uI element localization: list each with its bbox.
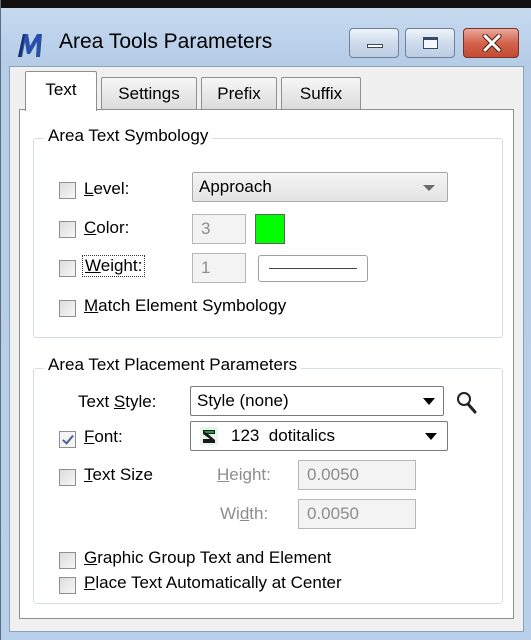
font-type-icon xyxy=(200,427,218,445)
font-dropdown[interactable]: 123 dotitalics xyxy=(190,421,448,451)
level-checkbox[interactable] xyxy=(59,182,76,199)
match-symbology-label: Match Element Symbology xyxy=(84,296,287,315)
level-label: Level: xyxy=(84,179,130,198)
height-value: 0.0050 xyxy=(307,465,359,484)
width-field[interactable]: 0.0050 xyxy=(298,499,416,529)
place-center-label: Place Text Automatically at Center xyxy=(84,573,342,592)
weight-line-preview[interactable] xyxy=(258,255,368,282)
tab-panel-text: Area Text Symbology Level: Approach Colo… xyxy=(19,109,514,619)
close-button[interactable] xyxy=(463,28,519,58)
tab-label: Suffix xyxy=(299,84,343,103)
color-index-value: 3 xyxy=(201,219,211,238)
text-style-value: Style (none) xyxy=(197,391,289,410)
maximize-icon xyxy=(423,37,438,49)
app-icon xyxy=(18,34,42,57)
maximize-button[interactable] xyxy=(405,28,455,58)
weight-value: 1 xyxy=(201,258,211,277)
text-style-dropdown[interactable]: Style (none) xyxy=(190,386,444,416)
color-checkbox[interactable] xyxy=(59,221,76,238)
text-size-label: Text Size xyxy=(84,465,153,484)
height-field[interactable]: 0.0050 xyxy=(298,460,416,490)
width-label: Width: xyxy=(220,504,269,523)
chevron-down-icon xyxy=(423,398,435,405)
level-dropdown[interactable]: Approach xyxy=(192,172,448,202)
close-icon xyxy=(482,34,502,52)
weight-label: Weight: xyxy=(82,255,146,277)
tab-text[interactable]: Text xyxy=(25,71,97,111)
graphic-group-label: Graphic Group Text and Element xyxy=(84,548,332,567)
title-bar[interactable]: Area Tools Parameters xyxy=(1,8,531,66)
tab-label: Prefix xyxy=(217,84,261,103)
symbology-group-title: Area Text Symbology xyxy=(44,126,213,146)
weight-line-icon xyxy=(269,268,357,269)
tab-prefix[interactable]: Prefix xyxy=(201,77,277,109)
height-label: Height: xyxy=(217,465,271,484)
search-icon[interactable] xyxy=(455,390,479,416)
tab-label: Text xyxy=(45,80,77,99)
font-value: 123 dotitalics xyxy=(231,426,335,445)
weight-checkbox[interactable] xyxy=(59,260,76,277)
text-style-label: Text Style: xyxy=(78,392,157,411)
minimize-icon xyxy=(367,44,383,48)
tab-suffix[interactable]: Suffix xyxy=(281,77,361,109)
place-center-checkbox[interactable] xyxy=(59,577,76,594)
text-size-checkbox[interactable] xyxy=(59,469,76,486)
minimize-button[interactable] xyxy=(349,28,399,58)
color-index-field[interactable]: 3 xyxy=(192,214,246,244)
tab-settings[interactable]: Settings xyxy=(101,77,197,109)
font-checkbox[interactable] xyxy=(59,431,76,448)
graphic-group-checkbox[interactable] xyxy=(59,552,76,569)
window-title: Area Tools Parameters xyxy=(59,30,273,53)
color-swatch[interactable] xyxy=(255,214,285,244)
dialog-window: Area Tools Parameters Text Settings Pref… xyxy=(0,0,531,640)
width-value: 0.0050 xyxy=(307,504,359,523)
tab-label: Settings xyxy=(118,84,180,103)
weight-value-field[interactable]: 1 xyxy=(192,253,246,283)
chevron-down-icon xyxy=(423,185,435,191)
chevron-down-icon xyxy=(425,433,437,440)
font-label: Font: xyxy=(84,427,123,446)
color-label: Color: xyxy=(84,218,130,237)
level-value: Approach xyxy=(199,177,272,196)
placement-group-title: Area Text Placement Parameters xyxy=(44,355,302,375)
match-symbology-checkbox[interactable] xyxy=(59,300,76,317)
background-strip xyxy=(1,0,531,8)
